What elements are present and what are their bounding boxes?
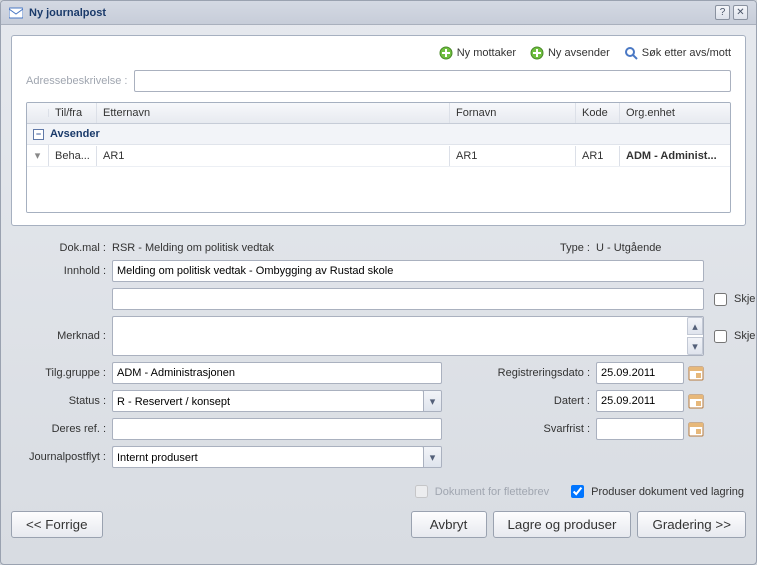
- calendar-icon[interactable]: [688, 365, 704, 381]
- chevron-down-icon[interactable]: ▾: [423, 447, 441, 467]
- status-input[interactable]: [113, 391, 423, 412]
- skjermet-innhold-input[interactable]: [714, 293, 727, 306]
- skjermet-merknad-input[interactable]: [714, 330, 727, 343]
- flettebrev-input: [415, 485, 428, 498]
- plus-icon: [439, 46, 453, 60]
- search-icon: [624, 46, 638, 60]
- innhold-label: Innhold :: [11, 265, 106, 277]
- cell-tilfra: Beha...: [49, 146, 97, 166]
- save-button[interactable]: Lagre og produser: [493, 511, 632, 538]
- footer: << Forrige Avbryt Lagre og produser Grad…: [11, 511, 746, 538]
- titlebar: Ny journalpost ? ✕: [1, 1, 756, 25]
- address-label: Adressebeskrivelse :: [26, 75, 128, 87]
- col-tilfra[interactable]: Til/fra: [49, 103, 97, 123]
- innhold-input-2[interactable]: [112, 288, 704, 310]
- grid-header: Til/fra Etternavn Fornavn Kode Org.enhet: [27, 103, 730, 124]
- address-row: Adressebeskrivelse :: [26, 70, 731, 92]
- deresref-input[interactable]: [112, 418, 442, 440]
- regdato-label: Registreringsdato :: [448, 367, 590, 379]
- recipients-grid: Til/fra Etternavn Fornavn Kode Org.enhet…: [26, 102, 731, 213]
- col-fornavn[interactable]: Fornavn: [450, 103, 576, 123]
- close-button[interactable]: ✕: [733, 5, 748, 20]
- datert-label: Datert :: [448, 395, 590, 407]
- window-title: Ny journalpost: [29, 7, 712, 19]
- deresref-label: Deres ref. :: [11, 423, 106, 435]
- merknad-label: Merknad :: [11, 330, 106, 342]
- cancel-button[interactable]: Avbryt: [411, 511, 487, 538]
- scroll-up-icon[interactable]: ▴: [687, 317, 703, 335]
- col-kode[interactable]: Kode: [576, 103, 620, 123]
- dialog-body: Ny mottaker Ny avsender Søk etter avs/mo…: [1, 25, 756, 564]
- status-label: Status :: [11, 395, 106, 407]
- chevron-down-icon[interactable]: ▾: [423, 391, 441, 411]
- new-recipient-label: Ny mottaker: [457, 47, 516, 59]
- flettebrev-checkbox: Dokument for flettebrev: [411, 482, 549, 501]
- help-button[interactable]: ?: [715, 5, 730, 20]
- tilggruppe-label: Tilg.gruppe :: [11, 367, 106, 379]
- row-expand[interactable]: ▾: [27, 145, 49, 166]
- new-sender-label: Ny avsender: [548, 47, 610, 59]
- grid-body: − Avsender ▾ Beha... AR1 AR1 AR1 ADM - A…: [27, 124, 730, 212]
- svarfrist-label: Svarfrist :: [448, 423, 590, 435]
- flyt-label: Journalpostflyt :: [11, 451, 106, 463]
- skjermet-innhold-checkbox[interactable]: Skjermet: [710, 290, 757, 309]
- search-sender-button[interactable]: Søk etter avs/mott: [624, 46, 731, 60]
- cell-fornavn: AR1: [450, 146, 576, 166]
- dokmal-label: Dok.mal :: [11, 242, 106, 254]
- skjermet-innhold-label: Skjermet: [734, 293, 757, 305]
- prev-button[interactable]: << Forrige: [11, 511, 103, 538]
- cell-kode: AR1: [576, 146, 620, 166]
- recipients-toolbar: Ny mottaker Ny avsender Søk etter avs/mo…: [26, 46, 731, 60]
- flyt-input[interactable]: [113, 447, 423, 468]
- collapse-icon[interactable]: −: [33, 129, 44, 140]
- col-orgenhet[interactable]: Org.enhet: [620, 103, 730, 123]
- flyt-combo[interactable]: ▾: [112, 446, 442, 468]
- flettebrev-label: Dokument for flettebrev: [435, 486, 549, 498]
- scroll-down-icon[interactable]: ▾: [687, 337, 703, 355]
- regdato-input[interactable]: [596, 362, 684, 384]
- type-label: Type :: [448, 242, 590, 254]
- dialog-window: Ny journalpost ? ✕ Ny mottaker Ny avsend…: [0, 0, 757, 565]
- cell-etternavn: AR1: [97, 146, 450, 166]
- new-sender-button[interactable]: Ny avsender: [530, 46, 610, 60]
- skjermet-merknad-label: Skjermet: [734, 330, 757, 342]
- options-row: Dokument for flettebrev Produser dokumen…: [11, 482, 746, 501]
- type-value: U - Utgående: [596, 242, 757, 254]
- tilggruppe-input[interactable]: [112, 362, 442, 384]
- status-combo[interactable]: ▾: [112, 390, 442, 412]
- calendar-icon[interactable]: [688, 393, 704, 409]
- plus-icon: [530, 46, 544, 60]
- search-sender-label: Søk etter avs/mott: [642, 47, 731, 59]
- skjermet-merknad-checkbox[interactable]: Skjermet: [710, 327, 757, 346]
- form: Dok.mal : RSR - Melding om politisk vedt…: [11, 242, 746, 468]
- datert-input[interactable]: [596, 390, 684, 412]
- col-expand: [27, 109, 49, 117]
- col-etternavn[interactable]: Etternavn: [97, 103, 450, 123]
- calendar-icon[interactable]: [688, 421, 704, 437]
- group-avsender[interactable]: − Avsender: [27, 124, 730, 145]
- svarfrist-input[interactable]: [596, 418, 684, 440]
- produser-input[interactable]: [571, 485, 584, 498]
- merknad-textarea[interactable]: [112, 316, 704, 356]
- mail-icon: [9, 7, 23, 19]
- gradering-button[interactable]: Gradering >>: [637, 511, 746, 538]
- new-recipient-button[interactable]: Ny mottaker: [439, 46, 516, 60]
- produser-checkbox[interactable]: Produser dokument ved lagring: [567, 482, 744, 501]
- cell-orgenhet: ADM - Administ...: [620, 146, 730, 166]
- innhold-input[interactable]: [112, 260, 704, 282]
- group-label: Avsender: [50, 128, 100, 140]
- produser-label: Produser dokument ved lagring: [591, 486, 744, 498]
- recipients-panel: Ny mottaker Ny avsender Søk etter avs/mo…: [11, 35, 746, 226]
- address-input[interactable]: [134, 70, 732, 92]
- table-row[interactable]: ▾ Beha... AR1 AR1 AR1 ADM - Administ...: [27, 145, 730, 167]
- dokmal-value: RSR - Melding om politisk vedtak: [112, 242, 442, 254]
